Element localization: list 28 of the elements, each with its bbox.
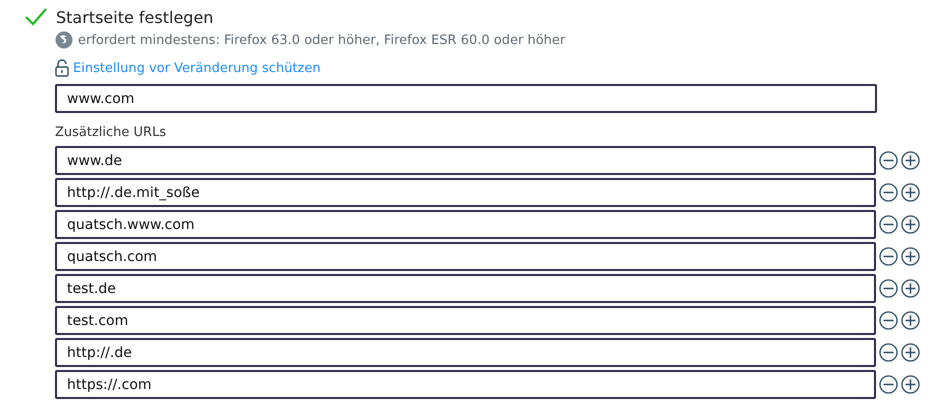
add-button[interactable] [901,183,920,202]
remove-button[interactable] [879,183,898,202]
requirement-text: erfordert mindestens: Firefox 63.0 oder höher, Firefox ESR 60.0 oder höher [78,32,566,48]
url-field[interactable]: test.com [55,306,876,335]
remove-button[interactable] [879,375,898,394]
homepage-url-field[interactable]: www.com [55,84,877,113]
remove-button[interactable] [879,151,898,170]
add-button[interactable] [901,311,920,330]
remove-button[interactable] [879,311,898,330]
url-field[interactable]: quatsch.www.com [55,210,876,239]
url-field[interactable]: quatsch.com [55,242,876,271]
remove-button[interactable] [879,215,898,234]
url-field[interactable]: www.de [55,146,876,175]
url-field[interactable]: https://.com [55,370,876,399]
remove-button[interactable] [879,343,898,362]
url-field[interactable]: http://.de.mit_soße [55,178,876,207]
url-field[interactable]: http://.de [55,338,876,367]
add-button[interactable] [901,375,920,394]
url-field[interactable]: test.de [55,274,876,303]
setting-title: Startseite festlegen [56,8,214,26]
add-button[interactable] [901,343,920,362]
add-button[interactable] [901,279,920,298]
additional-urls-label: Zusätzliche URLs [55,125,168,140]
add-button[interactable] [901,247,920,266]
remove-button[interactable] [879,279,898,298]
add-button[interactable] [901,215,920,234]
add-button[interactable] [901,151,920,170]
remove-button[interactable] [879,247,898,266]
